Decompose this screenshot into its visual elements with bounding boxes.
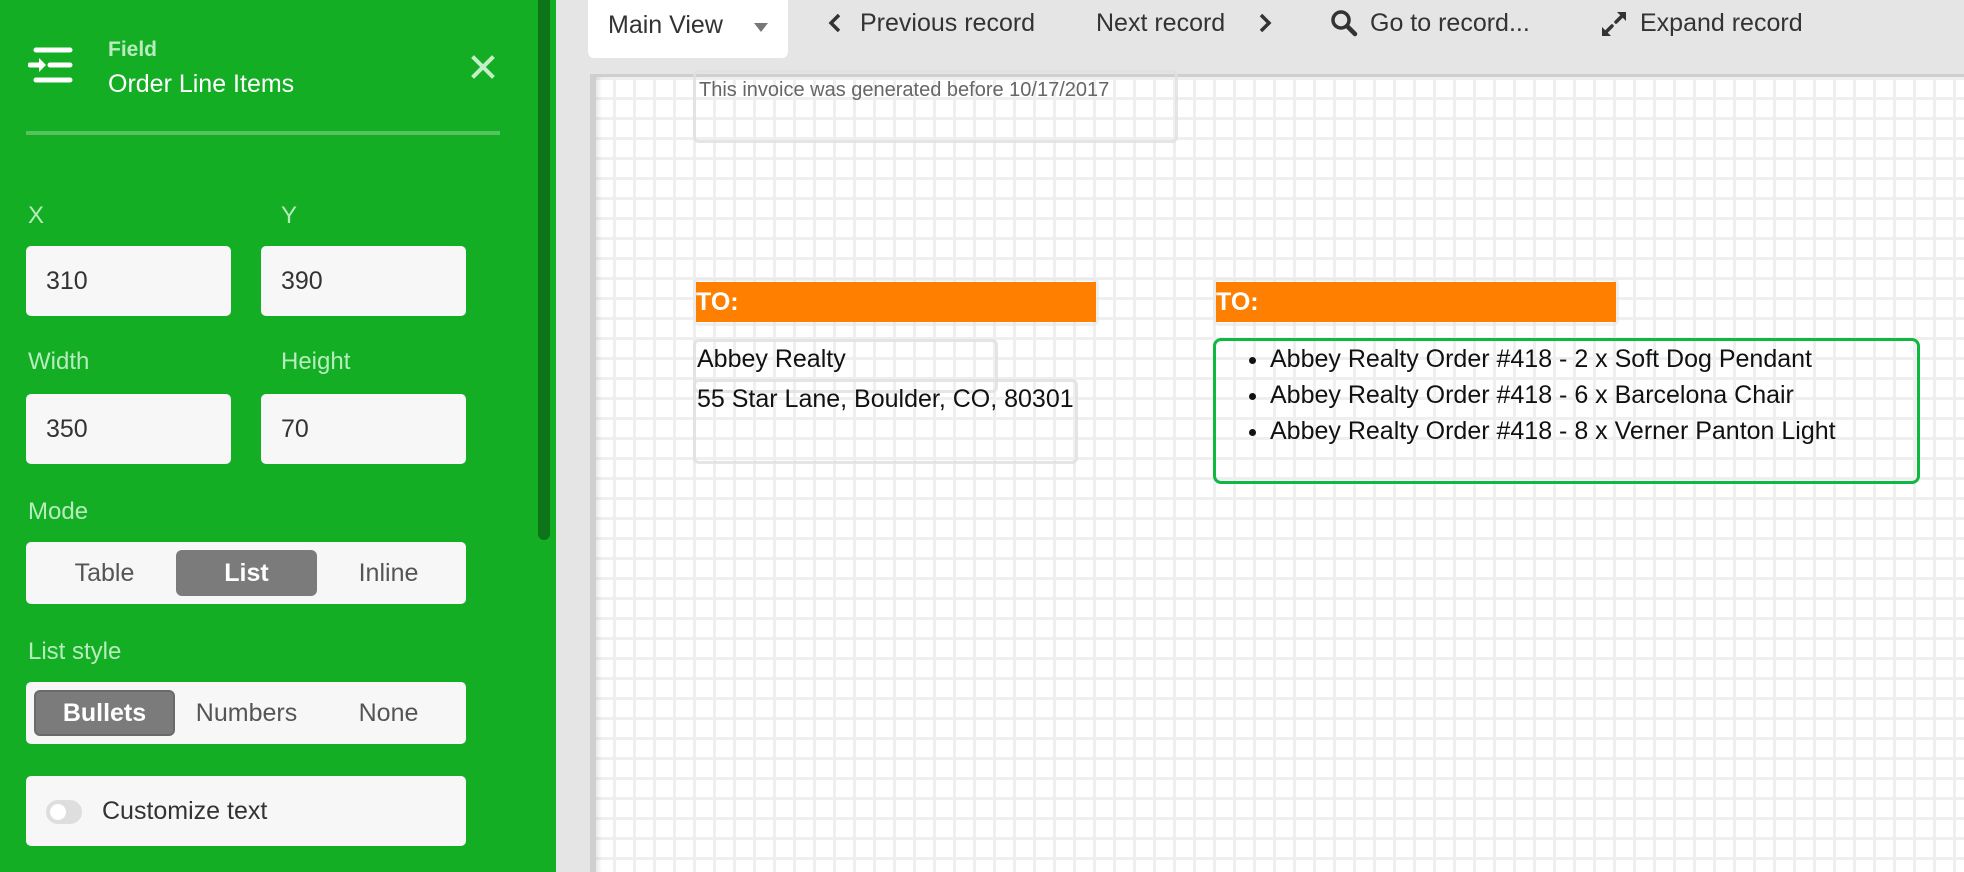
next-record-label: Next record (1096, 9, 1226, 37)
field-settings-sidebar: Field Order Line Items X Y Width Height … (0, 0, 556, 872)
list-item: Abbey Realty Order #418 - 6 x Barcelona … (1270, 377, 1836, 413)
list-style-option-bullets[interactable]: Bullets (34, 690, 175, 736)
header-divider (26, 131, 500, 135)
x-input[interactable] (26, 246, 231, 316)
customize-text-row: Customize text (26, 776, 466, 846)
list-style-label: List style (28, 638, 122, 665)
panel-kicker: Field (108, 38, 158, 61)
height-label: Height (281, 348, 351, 375)
x-label: X (28, 202, 45, 229)
view-name: Main View (608, 11, 723, 39)
chevron-left-icon (828, 13, 841, 33)
list-style-option-numbers[interactable]: Numbers (176, 690, 317, 736)
list-style-segmented-control: Bullets Numbers None (26, 682, 466, 744)
list-style-option-none[interactable]: None (318, 690, 459, 736)
view-selector-tab[interactable]: Main View (588, 0, 788, 58)
indent-list-icon (27, 46, 74, 84)
chevron-right-icon (1259, 13, 1272, 33)
go-to-record-label: Go to record... (1370, 9, 1530, 37)
width-label: Width (28, 348, 90, 375)
list-item: Abbey Realty Order #418 - 2 x Soft Dog P… (1270, 341, 1836, 377)
line-items-list: Abbey Realty Order #418 - 2 x Soft Dog P… (1216, 341, 1836, 449)
toggle-knob (50, 804, 66, 820)
list-item: Abbey Realty Order #418 - 8 x Verner Pan… (1270, 413, 1836, 449)
to-right-header: TO: (1216, 282, 1616, 322)
customer-address: 55 Star Lane, Boulder, CO, 80301 (697, 385, 1074, 413)
previous-record-label: Previous record (860, 9, 1036, 37)
y-label: Y (281, 202, 298, 229)
panel-title: Order Line Items (108, 70, 295, 98)
y-input[interactable] (261, 246, 466, 316)
expand-record-label: Expand record (1640, 9, 1803, 37)
mode-option-inline[interactable]: Inline (318, 550, 459, 596)
mode-label: Mode (28, 498, 89, 525)
expand-icon (1602, 12, 1626, 36)
notice-text-block[interactable]: This invoice was generated before 10/17/… (693, 70, 1178, 143)
customize-text-label: Customize text (102, 797, 268, 825)
customize-text-toggle[interactable] (46, 800, 82, 824)
width-input[interactable] (26, 394, 231, 464)
order-line-items-block[interactable]: Abbey Realty Order #418 - 2 x Soft Dog P… (1213, 338, 1920, 484)
close-icon[interactable] (468, 52, 498, 82)
to-left-header: TO: (696, 282, 1096, 322)
mode-option-list[interactable]: List (176, 550, 317, 596)
caret-down-icon (754, 23, 768, 32)
mode-option-table[interactable]: Table (34, 550, 175, 596)
search-icon (1331, 10, 1358, 37)
mode-segmented-control: Table List Inline (26, 542, 466, 604)
customer-name: Abbey Realty (697, 345, 846, 373)
sidebar-scrollbar[interactable] (538, 0, 550, 540)
notice-text: This invoice was generated before 10/17/… (699, 79, 1110, 101)
height-input[interactable] (261, 394, 466, 464)
